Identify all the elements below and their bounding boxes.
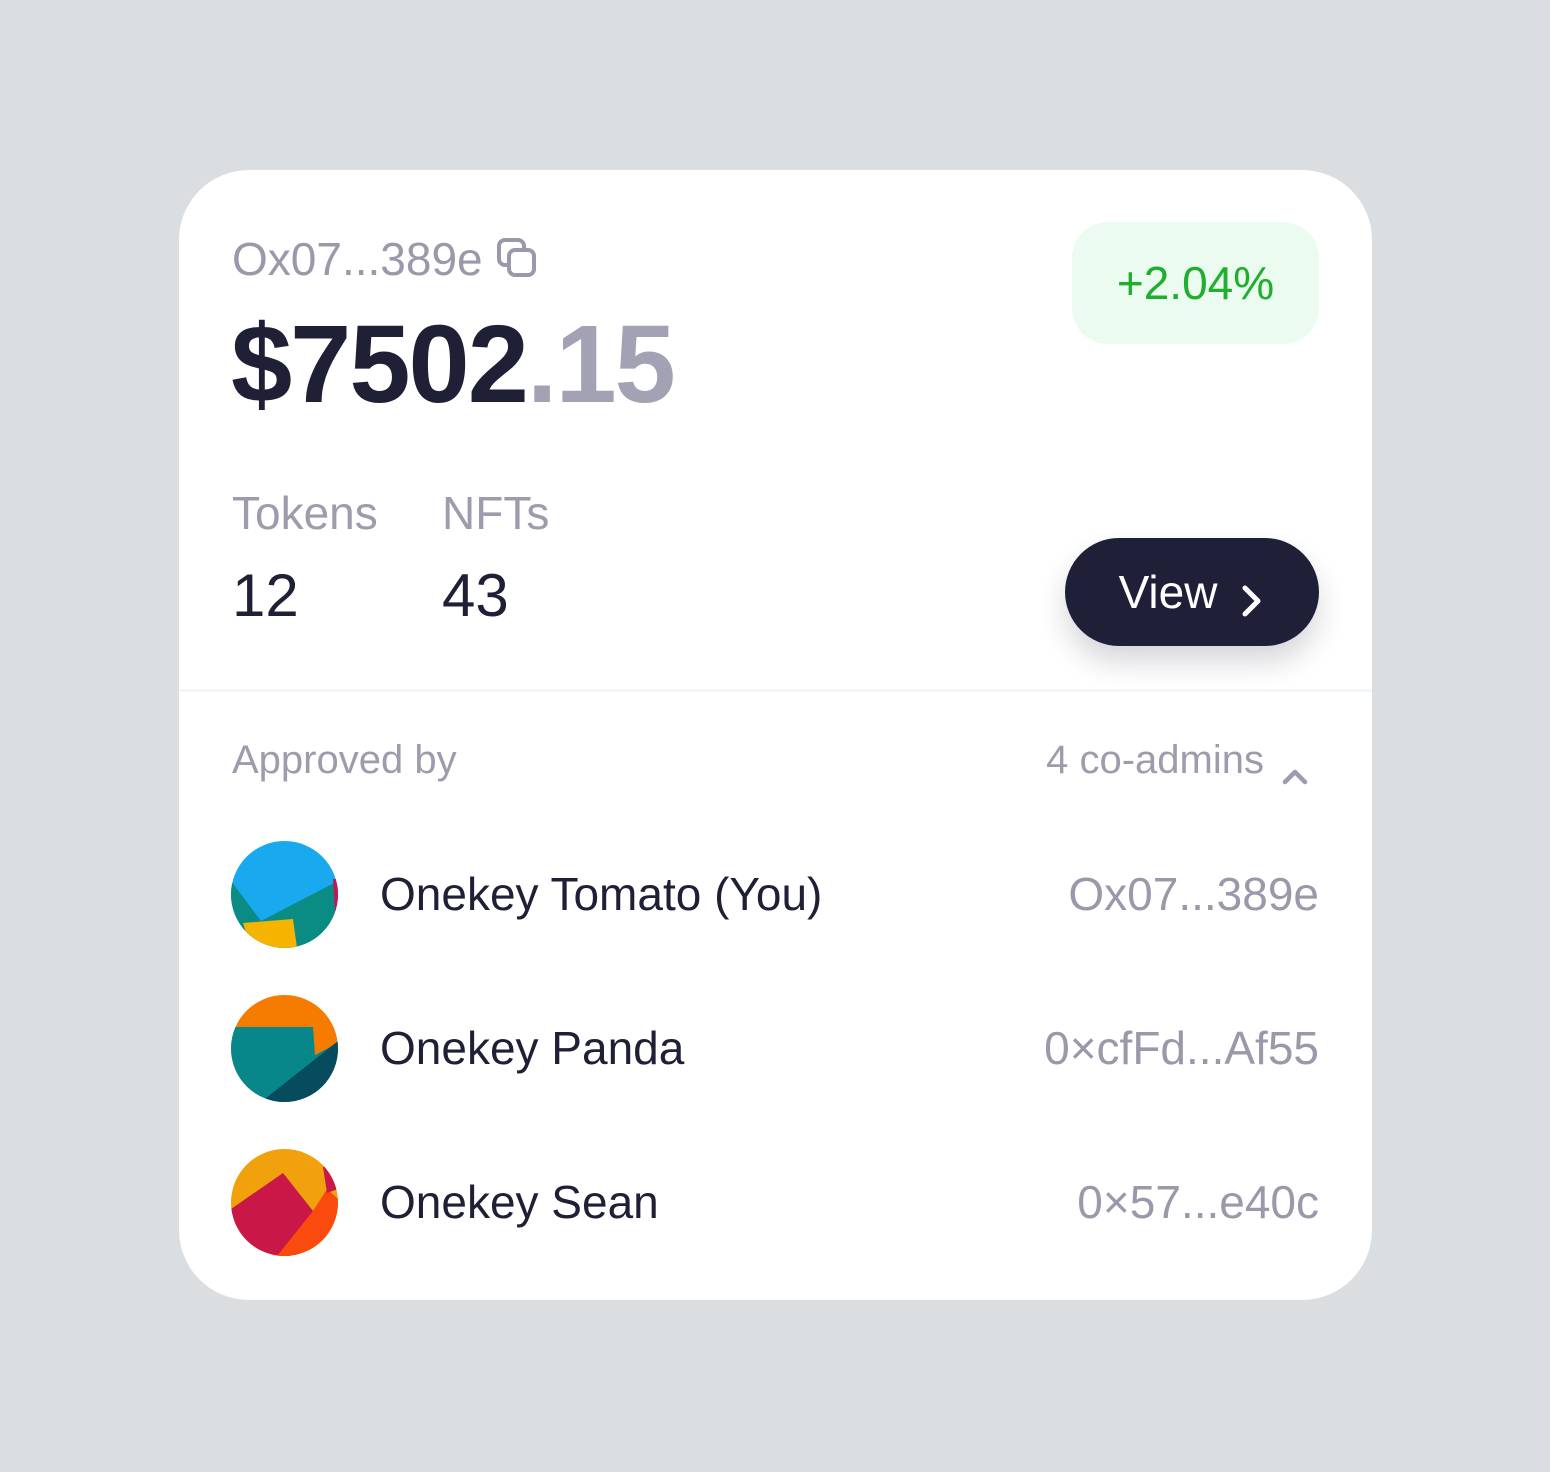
change-badge: +2.04% [1072, 222, 1319, 344]
wallet-card: Ox07...389e $7502.15 +2.04% Tokens 12 NF… [179, 170, 1372, 1300]
balance-cents: .15 [526, 303, 676, 426]
coadmins-label: 4 co-admins [1046, 738, 1264, 782]
approved-by-label: Approved by [232, 738, 457, 782]
chevron-up-icon [1280, 751, 1310, 784]
tokens-label: Tokens [232, 487, 378, 539]
admin-address: 0×cfFd...Af55 [1044, 1022, 1319, 1074]
wallet-address-row: Ox07...389e [232, 232, 539, 286]
admin-address: Ox07...389e [1068, 868, 1319, 920]
section-divider [179, 689, 1372, 692]
view-button[interactable]: View [1065, 538, 1319, 646]
view-button-label: View [1118, 566, 1218, 618]
coadmins-toggle[interactable]: 4 co-admins [1046, 738, 1310, 784]
avatar [231, 840, 338, 948]
balance-whole: $7502 [231, 303, 529, 426]
nfts-value: 43 [442, 562, 509, 629]
admin-row[interactable]: Onekey Panda 0×cfFd...Af55 [231, 994, 1319, 1102]
admin-address: 0×57...e40c [1077, 1176, 1319, 1228]
admin-name: Onekey Sean [380, 1176, 659, 1228]
avatar [231, 994, 338, 1102]
copy-icon[interactable] [495, 237, 539, 281]
wallet-balance: $7502.15 [231, 310, 676, 420]
admin-row[interactable]: Onekey Tomato (You) Ox07...389e [231, 840, 1319, 948]
avatar [231, 1148, 338, 1256]
wallet-address: Ox07...389e [232, 233, 483, 285]
admin-row[interactable]: Onekey Sean 0×57...e40c [231, 1148, 1319, 1256]
nfts-stat: NFTs 43 [442, 490, 549, 626]
tokens-stat: Tokens 12 [232, 490, 378, 626]
admin-name: Onekey Panda [380, 1022, 685, 1074]
nfts-label: NFTs [442, 487, 550, 539]
chevron-right-icon [1239, 575, 1265, 617]
admin-name: Onekey Tomato (You) [380, 868, 823, 920]
tokens-value: 12 [232, 562, 299, 629]
